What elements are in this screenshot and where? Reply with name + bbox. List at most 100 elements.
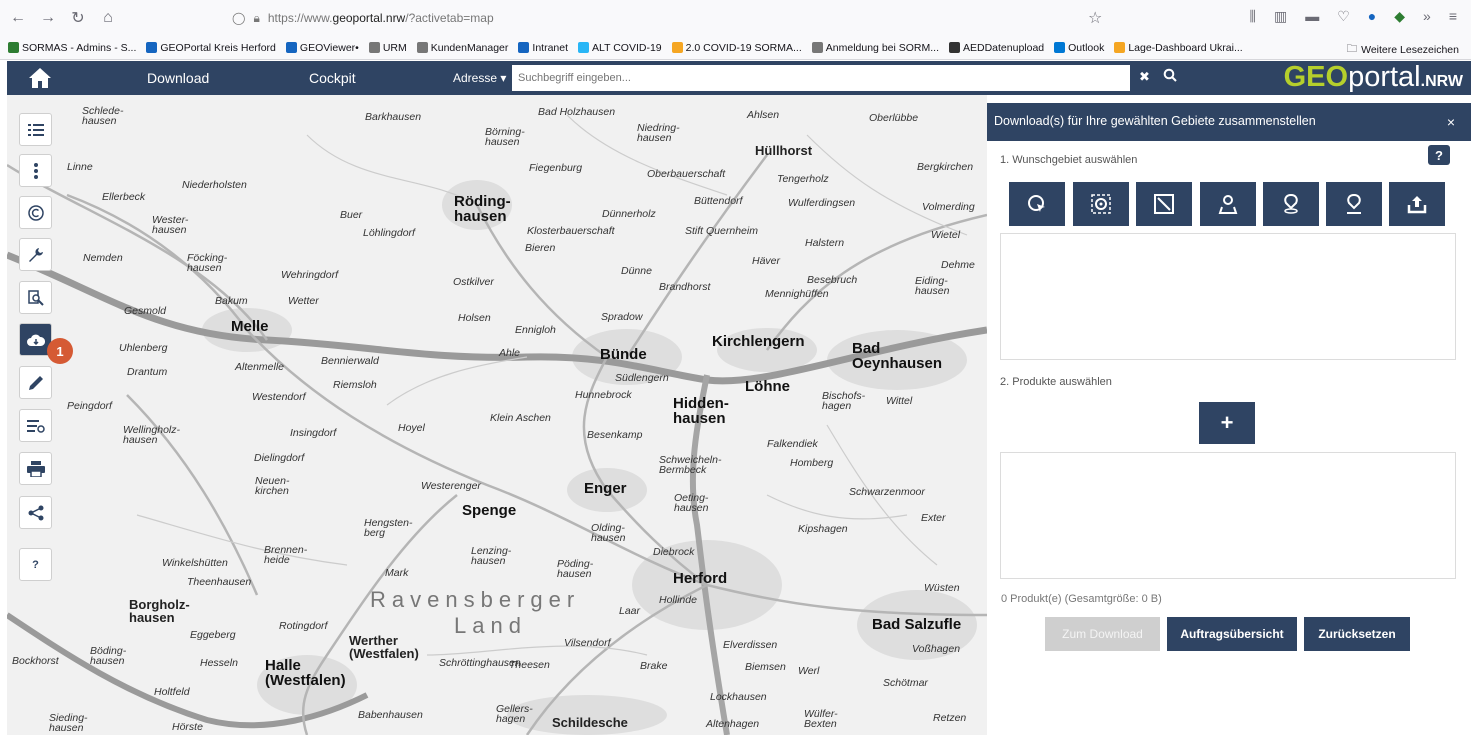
map-canvas[interactable]: Schlede- hausen Barkhausen Bad Holzhausen A… — [7, 95, 987, 735]
step1-label: 1. Wunschgebiet auswählen — [1000, 154, 1138, 166]
screenshot-icon[interactable]: ▬ — [1305, 8, 1319, 25]
tool-help-button[interactable]: ? — [19, 548, 52, 581]
nav-cockpit[interactable]: Cockpit — [309, 70, 356, 86]
tool-more-button[interactable] — [19, 154, 52, 187]
map-place-label: Hollinde — [659, 594, 697, 606]
map-place-label: Bischofs- hagen — [822, 390, 866, 412]
bookmark-label: Outlook — [1068, 41, 1105, 54]
map-place-label: Ravensberger — [370, 587, 581, 612]
tool-legend-button[interactable] — [19, 281, 52, 314]
clear-icon[interactable]: ✖ — [1139, 69, 1150, 85]
library-icon[interactable]: ⫼ — [1250, 8, 1256, 25]
bookmark-item[interactable]: Outlook — [1054, 42, 1104, 54]
map-place-label: Hidden- hausen — [673, 395, 729, 427]
map-place-label: Schildesche — [552, 715, 628, 730]
bookmark-favicon-icon — [949, 42, 960, 53]
search-input[interactable] — [512, 65, 1130, 91]
map-place-label: Dehme — [941, 259, 975, 271]
upload-button[interactable] — [1389, 182, 1445, 226]
extension-icon[interactable]: ● — [1368, 8, 1376, 25]
map-place-label: Wittel — [886, 395, 913, 407]
add-product-button[interactable]: + — [1199, 402, 1255, 444]
home-icon[interactable]: ⌂ — [96, 6, 120, 30]
map-place-label: Dünnerholz — [602, 208, 656, 220]
map-place-label: Böding- hausen — [90, 645, 127, 667]
bookmark-item[interactable]: Intranet — [518, 42, 568, 54]
map-place-label: Bad Oeynhausen — [852, 340, 943, 372]
map-place-label: Sieding- hausen — [49, 712, 88, 734]
map-place-label: Herford — [673, 570, 728, 587]
overflow-icon[interactable]: » — [1423, 8, 1431, 25]
map-place-label: Rotingdorf — [279, 620, 328, 632]
select-area-button[interactable] — [1009, 182, 1065, 226]
bookmark-star-icon[interactable]: ☆ — [1088, 8, 1102, 28]
map-place-label: Hengsten- berg — [364, 517, 413, 539]
map-place-label: Falkendiek — [767, 438, 818, 450]
bbox-select-button[interactable] — [1073, 182, 1129, 226]
dots-icon — [33, 162, 38, 179]
extension-icon-2[interactable]: ◆ — [1394, 8, 1405, 25]
bookmark-item[interactable]: URM — [368, 42, 407, 54]
map-place-label: Bergkirchen — [917, 161, 974, 173]
zum-download-button[interactable]: Zum Download — [1045, 617, 1160, 651]
bookmark-label: Intranet — [532, 41, 569, 54]
map-place-label: Land — [454, 613, 527, 638]
bookmark-item[interactable]: KundenManager — [416, 42, 508, 54]
map-place-label: Altenhagen — [706, 718, 760, 730]
map-place-label: Dielingdorf — [254, 452, 305, 464]
tool-tools-button[interactable] — [19, 238, 52, 271]
bookmark-item[interactable]: Lage-Dashboard Ukrai... — [1114, 42, 1243, 54]
reload-icon[interactable]: ↻ — [66, 6, 90, 30]
tool-print-button[interactable] — [19, 452, 52, 485]
bookmark-item[interactable]: ALT COVID-19 — [578, 42, 662, 54]
other-bookmarks[interactable]: 🗀︎ Weitere Lesezeichen — [1347, 41, 1459, 59]
pin-button[interactable] — [1263, 182, 1319, 226]
home-icon[interactable] — [27, 66, 53, 90]
rectangle-button[interactable] — [1136, 182, 1192, 226]
map-place-label: Bünde — [600, 346, 647, 363]
map-place-label: Uhlenberg — [119, 342, 168, 354]
map-place-label: Oberbauerschaft — [647, 168, 726, 180]
map-place-label: Spradow — [601, 311, 643, 323]
tool-measure-button[interactable] — [19, 409, 52, 442]
pocket-icon[interactable]: ♡ — [1337, 8, 1350, 25]
bookmark-item[interactable]: 2.0 COVID-19 SORMA... — [671, 42, 802, 54]
help-button[interactable]: ? — [1428, 145, 1450, 165]
tool-layers-list-button[interactable] — [19, 113, 52, 146]
map-place-label: Eggeberg — [190, 629, 236, 641]
map-place-label: Brandhorst — [659, 281, 711, 293]
search-location-button[interactable] — [1326, 182, 1382, 226]
map-place-label: Fiegenburg — [529, 162, 583, 174]
address-dropdown[interactable]: Adresse ▾ — [453, 71, 506, 85]
bookmark-item[interactable]: GEOViewer• — [285, 42, 359, 54]
url-bar[interactable]: ◯ 🔒︎ https://www.geoportal.nrw/?activeta… — [232, 6, 1112, 30]
forward-icon[interactable]: → — [36, 6, 60, 30]
menu-icon[interactable]: ≡ — [1449, 8, 1457, 25]
bookmark-item[interactable]: Anmeldung bei SORM... — [811, 42, 939, 54]
reset-button[interactable]: Zurücksetzen — [1304, 617, 1410, 651]
map-place-label: Hörste — [172, 721, 203, 733]
map-place-label: Buer — [340, 209, 363, 221]
bookmark-favicon-icon — [671, 42, 683, 53]
tool-draw-button[interactable] — [19, 366, 52, 399]
map-place-label: Retzen — [933, 712, 967, 724]
order-overview-button[interactable]: Auftragsübersicht — [1167, 617, 1297, 651]
bookmark-item[interactable]: SORMAS - Admins - S... — [8, 42, 136, 54]
location-button[interactable] — [1200, 182, 1256, 226]
bookmark-favicon-icon — [518, 42, 530, 53]
search-icon[interactable] — [1163, 68, 1177, 82]
close-icon[interactable]: × — [1447, 114, 1455, 130]
map-place-label: Pöding- hausen — [557, 558, 594, 580]
back-icon[interactable]: ← — [6, 6, 30, 30]
nav-download[interactable]: Download — [147, 70, 209, 86]
map-place-label: Melle — [231, 318, 269, 335]
map-place-label: Westerenger — [421, 480, 481, 492]
map-place-label: Niederholsten — [182, 179, 247, 191]
sidebar-icon[interactable]: ▥ — [1274, 8, 1287, 25]
bookmark-item[interactable]: AEDDatenupload — [949, 42, 1044, 54]
panel-title: Download(s) für Ihre gewählten Gebiete z… — [994, 114, 1316, 128]
bookmark-item[interactable]: GEOPortal Kreis Herford — [146, 42, 276, 54]
tool-copyright-button[interactable] — [19, 196, 52, 229]
tool-share-button[interactable] — [19, 496, 52, 529]
map-place-label: Wietel — [931, 229, 961, 241]
